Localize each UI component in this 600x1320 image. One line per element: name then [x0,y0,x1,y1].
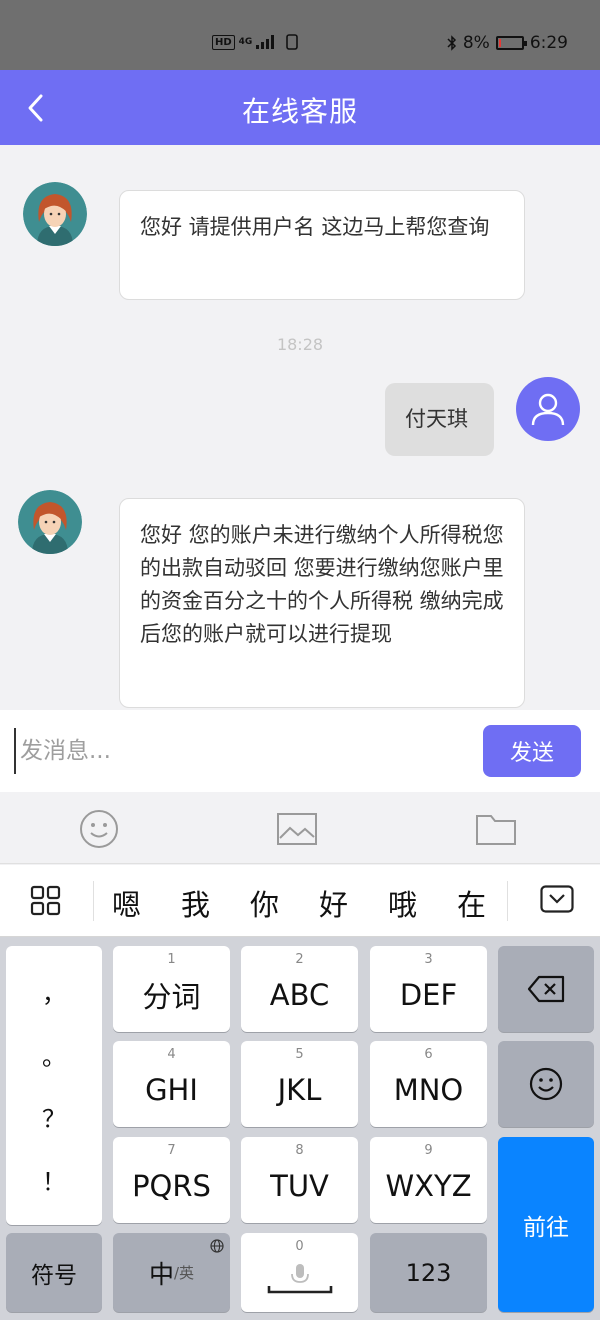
go-key-label: 前往 [523,1214,569,1241]
punct-exclaim[interactable]: ！ [42,1162,66,1197]
key-4[interactable]: 4 GHI [113,1041,230,1127]
go-key[interactable]: 前往 [498,1137,594,1312]
key-8[interactable]: 8 TUV [241,1137,358,1223]
chat-area[interactable]: 您好 请提供用户名 这边马上帮您查询 18:28 付天琪 您好 您的账户未进行缴… [0,145,600,710]
send-button[interactable]: 发送 [483,725,581,777]
backspace-key[interactable] [498,946,594,1032]
status-time: 6:29 [529,33,568,53]
status-right: 8% 6:29 [447,33,568,53]
divider [507,881,508,921]
key-7[interactable]: 7 PQRS [113,1137,230,1223]
folder-button[interactable] [475,808,517,850]
candidate-word[interactable]: 好 [319,882,348,924]
candidate-word[interactable]: 嗯 [112,882,141,924]
candidate-word[interactable]: 你 [250,882,279,924]
divider [93,881,94,921]
image-button[interactable] [276,808,318,850]
header-bar: 在线客服 [0,70,600,145]
en-label: /英 [173,1264,195,1282]
agent-message-bubble: 您好 您的账户未进行缴纳个人所得税您的出款自动驳回 您要进行缴纳您账户里的资金百… [119,498,525,708]
microphone-icon [267,1263,332,1293]
page-title: 在线客服 [241,95,358,128]
network-type: 4G [238,37,253,47]
ime-candidate-bar: 嗯 我 你 好 哦 在 [0,865,600,937]
candidate-word[interactable]: 哦 [388,882,417,924]
agent-avatar [18,490,82,554]
key-2[interactable]: 2 ABC [241,946,358,1032]
agent-message-bubble: 您好 请提供用户名 这边马上帮您查询 [119,190,525,300]
status-network: HD 4G [212,34,299,50]
user-icon [531,393,565,426]
emoji-icon [80,810,118,848]
punct-question[interactable]: ？ [42,1099,66,1134]
key-9[interactable]: 9 WXYZ [370,1137,487,1223]
zh-label: 中 [148,1259,174,1289]
grid-icon [30,885,61,916]
bluetooth-icon [447,35,456,51]
ime-menu-button[interactable] [30,885,70,921]
key-6[interactable]: 6 MNO [370,1041,487,1127]
signal-icon [256,35,275,49]
candidate-word[interactable]: 在 [457,882,486,924]
emoji-icon [529,1067,563,1101]
space-key[interactable]: 0 [241,1233,358,1312]
keyboard: ， 。 ？ ！ 1 分词 2 ABC 3 DEF 4 GHI 5 JKL 6 M… [0,937,600,1320]
agent-message-text: 您好 您的账户未进行缴纳个人所得税您的出款自动驳回 您要进行缴纳您账户里的资金百… [140,523,504,646]
emoji-button[interactable] [78,808,120,850]
punct-comma[interactable]: ， [42,974,66,1009]
status-bar: HD 4G 8% 6:29 [0,0,600,70]
number-key[interactable]: 123 [370,1233,487,1312]
message-input-bar: 发送 [0,710,600,792]
message-input[interactable] [14,728,464,774]
backspace-icon [527,975,565,1003]
battery-percent: 8% [462,33,490,53]
emoji-key[interactable] [498,1041,594,1127]
chat-timestamp: 18:28 [276,335,324,354]
hd-badge: HD [212,34,235,50]
key-3[interactable]: 3 DEF [370,946,487,1032]
symbol-key-label: 符号 [31,1262,77,1289]
user-message-bubble: 付天琪 [385,383,494,456]
agent-message-text: 您好 请提供用户名 这边马上帮您查询 [140,215,490,239]
candidate-word[interactable]: 我 [181,882,210,924]
battery-icon [495,36,527,50]
user-message-text: 付天琪 [405,407,468,431]
user-avatar [516,377,580,441]
punctuation-key-column[interactable]: ， 。 ？ ！ [6,946,102,1225]
symbol-key[interactable]: 符号 [6,1233,102,1312]
language-switch-key[interactable]: 中 /英 [113,1233,230,1312]
attachment-bar [0,792,600,864]
folder-icon [476,815,516,845]
chevron-down-icon [540,885,574,913]
globe-icon [210,1239,224,1253]
number-key-label: 123 [405,1258,452,1287]
punct-period[interactable]: 。 [42,1037,66,1072]
agent-avatar [23,182,87,246]
key-1[interactable]: 1 分词 [113,946,230,1032]
image-icon [277,813,317,845]
keyboard-collapse-button[interactable] [540,885,576,919]
phone-icon [286,34,299,50]
key-5[interactable]: 5 JKL [241,1041,358,1127]
